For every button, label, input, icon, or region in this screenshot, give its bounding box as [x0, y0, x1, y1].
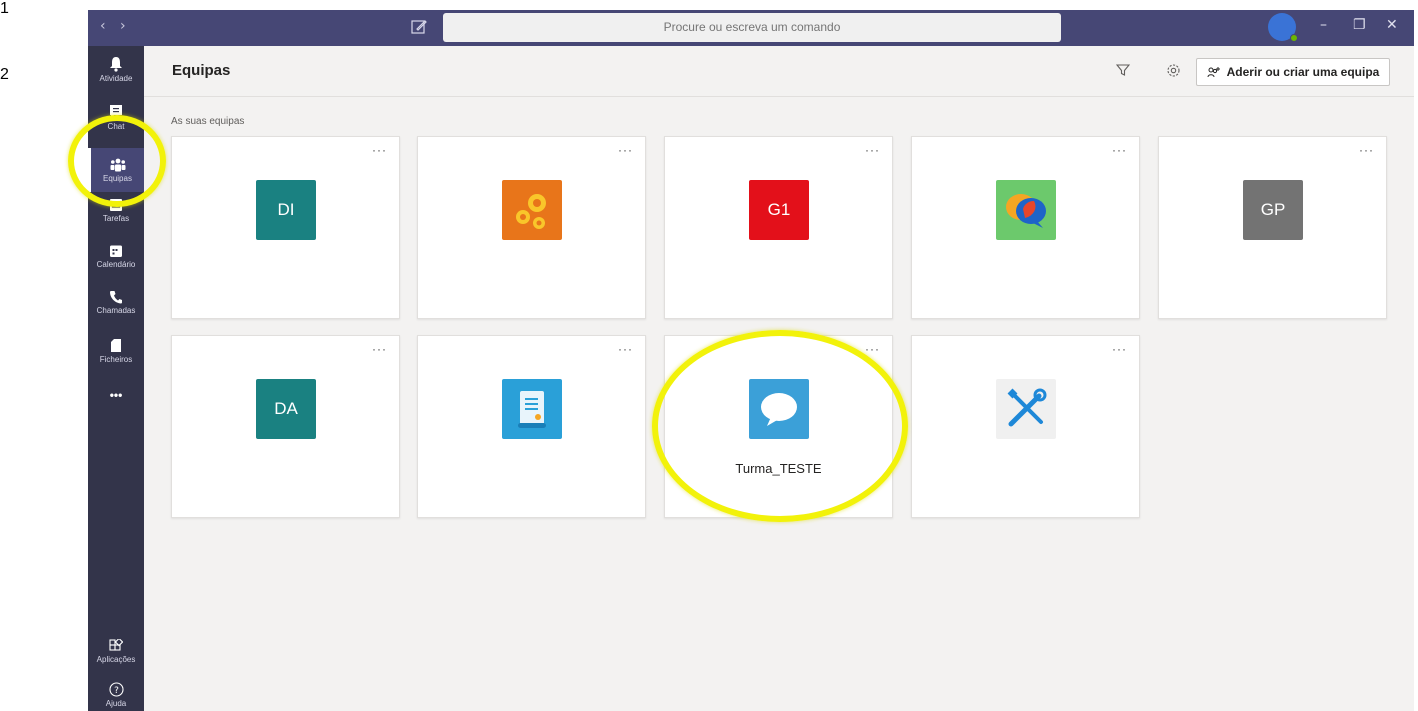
rail-item-chamadas[interactable]: Chamadas: [88, 290, 144, 315]
rail-item-ficheiros[interactable]: Ficheiros: [88, 338, 144, 364]
more-options-icon[interactable]: ···: [865, 342, 880, 356]
team-card[interactable]: ···: [911, 136, 1140, 319]
team-avatar: DA: [256, 379, 316, 439]
gear-icon[interactable]: [1166, 63, 1181, 78]
join-button-label: Aderir ou criar uma equipa: [1226, 65, 1380, 79]
gears-icon: [516, 194, 546, 229]
team-avatar: [996, 180, 1056, 240]
close-icon[interactable]: ✕: [1386, 17, 1398, 33]
bell-icon: [110, 57, 122, 72]
more-options-icon[interactable]: ···: [372, 143, 387, 157]
wrench-screwdriver-icon: [1007, 388, 1047, 427]
team-avatar: [502, 379, 562, 439]
back-arrow-icon[interactable]: ‹: [100, 18, 106, 34]
apps-icon: [109, 639, 123, 651]
rail-more-button[interactable]: •••: [88, 388, 144, 402]
rail-item-label: Calendário: [96, 260, 136, 269]
title-bar: ‹ › – ❐ ✕: [88, 10, 1414, 46]
team-avatar: G1: [749, 180, 809, 240]
join-or-create-team-button[interactable]: Aderir ou criar uma equipa: [1196, 58, 1390, 86]
rail-item-label: Atividade: [99, 74, 133, 83]
add-team-icon: [1207, 67, 1220, 78]
team-avatar: [996, 379, 1056, 439]
minimize-icon[interactable]: –: [1320, 17, 1327, 33]
team-avatar: [502, 180, 562, 240]
team-card[interactable]: ···: [911, 335, 1140, 518]
rail-item-calendario[interactable]: Calendário: [88, 244, 144, 269]
rail-item-ajuda[interactable]: ? Ajuda: [88, 682, 144, 708]
filter-icon[interactable]: [1116, 63, 1130, 77]
compose-icon[interactable]: [410, 18, 428, 36]
search-input[interactable]: [443, 13, 1061, 42]
maximize-icon[interactable]: ❐: [1353, 17, 1366, 33]
team-card[interactable]: ···: [417, 136, 646, 319]
team-card[interactable]: ···: [417, 335, 646, 518]
more-options-icon[interactable]: ···: [1112, 342, 1127, 356]
team-initials: G1: [767, 200, 791, 219]
team-card[interactable]: ··· GP: [1158, 136, 1387, 319]
help-icon: ?: [108, 682, 124, 697]
more-options-icon[interactable]: ···: [618, 143, 633, 157]
speech-bubbles-icon: [1006, 194, 1046, 228]
team-avatar: GP: [1243, 180, 1303, 240]
team-initials: DI: [277, 200, 295, 219]
highlight-ellipse-teams-nav: [68, 115, 166, 207]
highlight-ellipse-team-card: [652, 330, 908, 522]
section-label: As suas equipas: [171, 116, 245, 127]
more-options-icon[interactable]: ···: [618, 342, 633, 356]
more-icon: •••: [109, 388, 123, 402]
screenshot-stage: ‹ › – ❐ ✕ Atividade: [0, 0, 1418, 711]
calendar-icon: [110, 245, 122, 257]
annotation-label-2: 2: [0, 66, 59, 131]
rail-item-label: Tarefas: [102, 214, 130, 223]
rail-item-label: Ficheiros: [99, 355, 133, 364]
team-initials: DA: [274, 399, 298, 418]
rail-item-label: Ajuda: [105, 699, 127, 708]
more-options-icon[interactable]: ···: [865, 143, 880, 157]
annotation-number: 2: [0, 66, 9, 83]
team-avatar: DI: [256, 180, 316, 240]
document-scroll-icon: [518, 391, 546, 428]
more-options-icon[interactable]: ···: [1112, 143, 1127, 157]
rail-item-label: Aplicações: [96, 655, 136, 664]
phone-icon: [110, 291, 122, 304]
team-initials: GP: [1260, 200, 1286, 219]
more-options-icon[interactable]: ···: [372, 342, 387, 356]
rail-item-atividade[interactable]: Atividade: [88, 56, 144, 83]
annotation-number: 1: [0, 0, 9, 17]
team-card[interactable]: ··· DA: [171, 335, 400, 518]
annotation-label-1: 1: [0, 0, 53, 66]
page-header: Equipas Aderir ou criar uma equipa: [144, 46, 1414, 97]
svg-text:?: ?: [114, 686, 119, 696]
team-card[interactable]: ··· G1: [664, 136, 893, 319]
rail-item-label: Chamadas: [96, 306, 136, 315]
forward-arrow-icon[interactable]: ›: [120, 18, 126, 34]
file-icon: [111, 339, 121, 352]
presence-status-icon: [1290, 34, 1298, 42]
rail-item-aplicacoes[interactable]: Aplicações: [88, 639, 144, 664]
team-card[interactable]: ··· DI: [171, 136, 400, 319]
more-options-icon[interactable]: ···: [1359, 143, 1374, 157]
page-title: Equipas: [172, 62, 231, 79]
